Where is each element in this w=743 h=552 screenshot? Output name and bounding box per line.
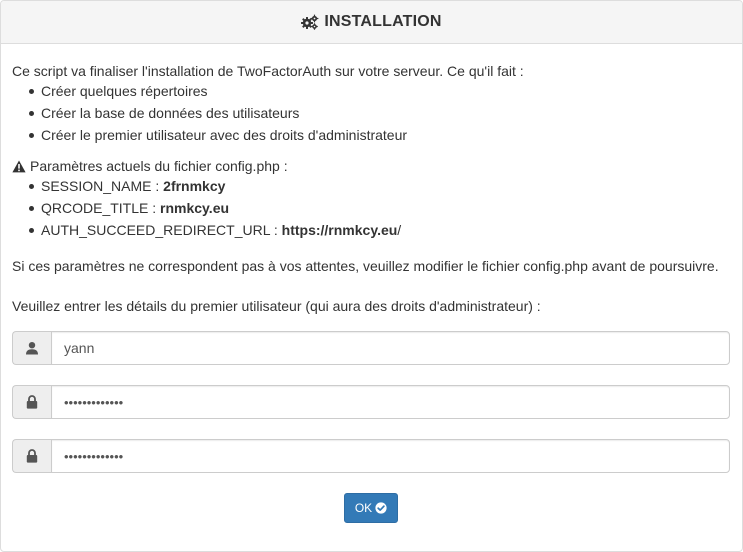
list-item: AUTH_SUCCEED_REDIRECT_URL : https://rnmk… (1, 219, 701, 241)
username-input-group (12, 331, 730, 365)
gears-icon (301, 14, 319, 30)
list-item: Créer la base de données des utilisateur… (1, 102, 701, 124)
ok-button-label: OK (354, 501, 373, 515)
list-item: Créer quelques répertoires (1, 80, 701, 102)
config-heading-label: Paramètres actuels du fichier config.php… (30, 158, 288, 174)
param-value: 2frnmkcy (163, 178, 226, 194)
user-details-prompt: Veuillez entrer les détails du premier u… (12, 298, 541, 314)
warning-icon (12, 160, 26, 173)
password-confirm-input-group (12, 439, 730, 473)
password-input[interactable] (51, 385, 730, 419)
config-params-list: SESSION_NAME : 2frnmkcy QRCODE_TITLE : r… (1, 175, 701, 241)
param-key: AUTH_SUCCEED_REDIRECT_URL : (41, 222, 282, 238)
panel-title: INSTALLATION (324, 13, 442, 30)
param-value: rnmkcy.eu (160, 200, 230, 216)
param-key: SESSION_NAME : (41, 178, 164, 194)
panel-header: INSTALLATION (1, 1, 742, 44)
config-note: Si ces paramètres ne correspondent pas à… (12, 258, 719, 274)
intro-text: Ce script va finaliser l'installation de… (12, 63, 524, 79)
password-input-group (12, 385, 730, 419)
lock-icon (12, 439, 51, 473)
param-value-tail: / (397, 222, 402, 238)
list-item: Créer le premier utilisateur avec des dr… (1, 124, 701, 146)
user-icon (12, 331, 51, 365)
param-key: QRCODE_TITLE : (41, 200, 161, 216)
list-item: QRCODE_TITLE : rnmkcy.eu (1, 197, 701, 219)
config-heading: Paramètres actuels du fichier config.php… (12, 156, 288, 176)
username-input[interactable] (51, 331, 730, 365)
password-confirm-input[interactable] (51, 439, 730, 473)
installation-panel: INSTALLATION Ce script va finaliser l'in… (0, 0, 743, 552)
param-value: https://rnmkcy.eu (281, 222, 398, 238)
install-steps-list: Créer quelques répertoires Créer la base… (1, 80, 701, 146)
lock-icon (12, 385, 51, 419)
list-item: SESSION_NAME : 2frnmkcy (1, 175, 701, 197)
ok-button[interactable]: OK (344, 493, 398, 523)
check-circle-icon (375, 502, 387, 514)
